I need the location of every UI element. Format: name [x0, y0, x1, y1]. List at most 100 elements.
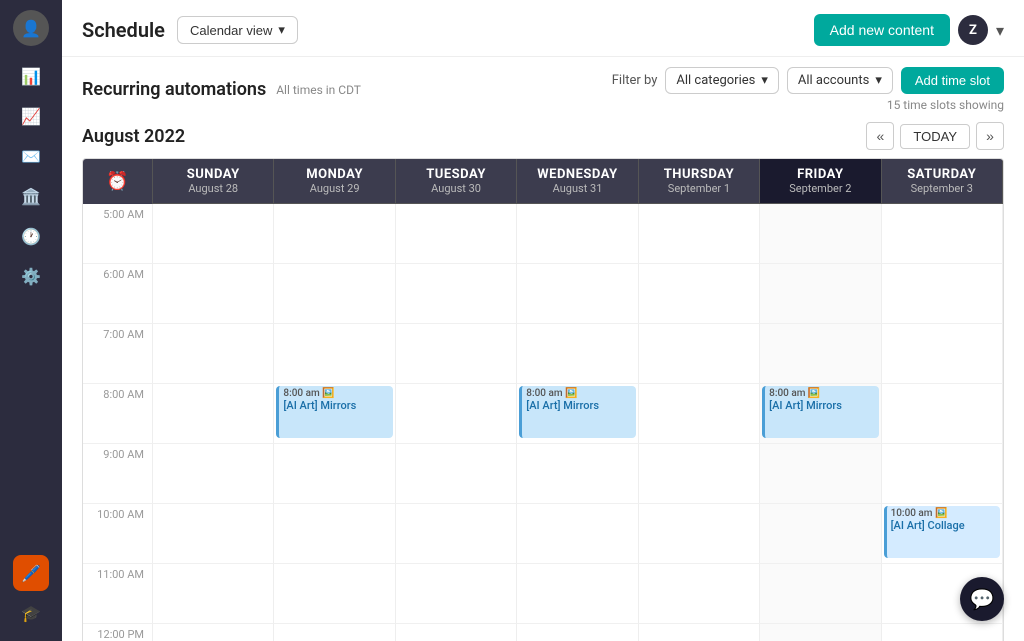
col-header-tuesday: TUESDAY August 30: [396, 159, 517, 204]
cell-mon-7am: [274, 324, 395, 384]
prev-prev-button[interactable]: «: [866, 122, 894, 150]
add-time-slot-button[interactable]: Add time slot: [901, 67, 1004, 94]
col-header-sunday: SUNDAY August 28: [153, 159, 274, 204]
time-1000am: 10:00 AM: [83, 504, 153, 564]
sidebar-item-analytics[interactable]: 📈: [13, 98, 49, 134]
cell-fri-9am: [760, 444, 881, 504]
calendar-controls: August 2022 « TODAY »: [62, 122, 1024, 158]
time-700am: 7:00 AM: [83, 324, 153, 384]
chat-icon: 💬: [970, 587, 995, 611]
cell-tue-8am: [396, 384, 517, 444]
main-content: Schedule Calendar view ▾ Add new content…: [62, 0, 1024, 641]
cell-wed-7am: [517, 324, 638, 384]
cell-tue-6am: [396, 264, 517, 324]
cell-thu-7am: [639, 324, 760, 384]
chevron-down-icon: ▾: [875, 73, 882, 88]
sub-header-right: Filter by All categories ▾ All accounts …: [612, 67, 1004, 112]
calendar-grid: ⏰ SUNDAY August 28 MONDAY August 29 TUES…: [82, 158, 1004, 641]
cell-sat-7am: [882, 324, 1003, 384]
time-slots-info: 15 time slots showing: [887, 98, 1004, 112]
calendar-wrap: ⏰ SUNDAY August 28 MONDAY August 29 TUES…: [62, 158, 1024, 641]
cell-sat-6am: [882, 264, 1003, 324]
cell-sun-11am: [153, 564, 274, 624]
cell-wed-11am: [517, 564, 638, 624]
nav-buttons: « TODAY »: [866, 122, 1004, 150]
cell-mon-12pm: [274, 624, 395, 641]
header-right: Add new content Z ▾: [814, 14, 1004, 46]
cell-thu-11am: [639, 564, 760, 624]
times-label: All times in CDT: [276, 83, 361, 97]
col-header-thursday: THURSDAY September 1: [639, 159, 760, 204]
chevron-down-icon: ▾: [761, 73, 768, 88]
time-1100am: 11:00 AM: [83, 564, 153, 624]
cell-fri-5am: [760, 204, 881, 264]
user-badge[interactable]: Z: [958, 15, 988, 45]
avatar[interactable]: 👤: [13, 10, 49, 46]
filter-label: Filter by: [612, 73, 658, 88]
time-500am: 5:00 AM: [83, 204, 153, 264]
cell-tue-10am: [396, 504, 517, 564]
cell-sun-12pm: [153, 624, 274, 641]
cell-thu-9am: [639, 444, 760, 504]
col-header-monday: MONDAY August 29: [274, 159, 395, 204]
event-monday-8am-mirrors[interactable]: 8:00 am 🖼️ [AI Art] Mirrors: [276, 386, 392, 438]
cell-sun-9am: [153, 444, 274, 504]
cell-mon-10am: [274, 504, 395, 564]
cell-mon-8am[interactable]: 8:00 am 🖼️ [AI Art] Mirrors: [274, 384, 395, 444]
calendar-view-button[interactable]: Calendar view ▾: [177, 16, 298, 44]
cell-thu-12pm: [639, 624, 760, 641]
user-menu-chevron-icon[interactable]: ▾: [996, 21, 1004, 40]
cell-thu-5am: [639, 204, 760, 264]
cell-fri-11am: [760, 564, 881, 624]
cell-mon-5am: [274, 204, 395, 264]
sidebar-item-schedule[interactable]: 🕐: [13, 218, 49, 254]
recurring-automations-title: Recurring automations: [82, 79, 266, 100]
sidebar-item-messages[interactable]: ✉️: [13, 138, 49, 174]
time-900am: 9:00 AM: [83, 444, 153, 504]
cell-wed-10am: [517, 504, 638, 564]
cell-fri-6am: [760, 264, 881, 324]
chat-bubble-button[interactable]: 💬: [960, 577, 1004, 621]
event-friday-8am-mirrors[interactable]: 8:00 am 🖼️ [AI Art] Mirrors: [762, 386, 878, 438]
cell-wed-9am: [517, 444, 638, 504]
event-saturday-10am-collage[interactable]: 10:00 am 🖼️ [AI Art] Collage: [884, 506, 1000, 558]
next-next-button[interactable]: »: [976, 122, 1004, 150]
header-time-col: ⏰: [83, 159, 153, 204]
cell-sun-10am: [153, 504, 274, 564]
calendar-view-label: Calendar view: [190, 23, 272, 38]
sidebar-item-settings[interactable]: ⚙️: [13, 258, 49, 294]
cell-sun-6am: [153, 264, 274, 324]
cell-mon-6am: [274, 264, 395, 324]
sidebar-item-dashboard[interactable]: 📊: [13, 58, 49, 94]
col-header-wednesday: WEDNESDAY August 31: [517, 159, 638, 204]
cell-sun-8am: [153, 384, 274, 444]
cell-wed-5am: [517, 204, 638, 264]
today-button[interactable]: TODAY: [900, 124, 970, 149]
time-600am: 6:00 AM: [83, 264, 153, 324]
cell-tue-9am: [396, 444, 517, 504]
col-header-friday: FRIDAY September 2: [760, 159, 881, 204]
col-header-saturday: SATURDAY September 3: [882, 159, 1003, 204]
cell-fri-12pm: [760, 624, 881, 641]
cell-tue-5am: [396, 204, 517, 264]
cell-sat-10am[interactable]: 10:00 am 🖼️ [AI Art] Collage: [882, 504, 1003, 564]
time-1200pm: 12:00 PM: [83, 624, 153, 641]
cell-fri-8am[interactable]: 8:00 am 🖼️ [AI Art] Mirrors: [760, 384, 881, 444]
cell-thu-8am: [639, 384, 760, 444]
add-new-content-button[interactable]: Add new content: [814, 14, 950, 46]
alarm-icon: ⏰: [106, 171, 128, 192]
all-categories-select[interactable]: All categories ▾: [665, 67, 778, 94]
cell-wed-12pm: [517, 624, 638, 641]
cell-fri-10am: [760, 504, 881, 564]
cell-thu-10am: [639, 504, 760, 564]
cell-sun-5am: [153, 204, 274, 264]
sidebar-item-compose[interactable]: 🖊️: [13, 555, 49, 591]
page-title: Schedule: [82, 18, 165, 42]
cell-wed-6am: [517, 264, 638, 324]
sidebar-item-library[interactable]: 🏛️: [13, 178, 49, 214]
cell-sun-7am: [153, 324, 274, 384]
all-accounts-select[interactable]: All accounts ▾: [787, 67, 893, 94]
cell-wed-8am[interactable]: 8:00 am 🖼️ [AI Art] Mirrors: [517, 384, 638, 444]
event-wednesday-8am-mirrors[interactable]: 8:00 am 🖼️ [AI Art] Mirrors: [519, 386, 635, 438]
sidebar-item-learn[interactable]: 🎓: [13, 595, 49, 631]
